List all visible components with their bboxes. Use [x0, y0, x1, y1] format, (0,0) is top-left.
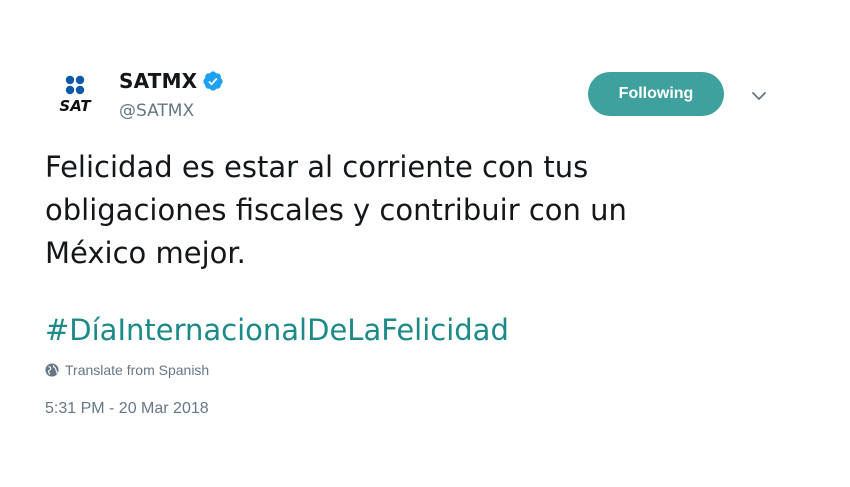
tweet-timestamp[interactable]: 5:31 PM - 20 Mar 2018 — [45, 400, 209, 418]
chevron-down-icon — [752, 92, 766, 100]
translate-link[interactable]: Translate from Spanish — [45, 362, 209, 378]
following-button[interactable]: Following — [588, 72, 724, 116]
tweet: SAT SATMX @SATMX Following Felicidad es … — [0, 0, 850, 487]
verified-badge-icon — [203, 71, 223, 91]
tweet-text-line: obligaciones fiscales y contribuir con u… — [45, 193, 627, 227]
tweet-text: Felicidad es estar al corriente con tus … — [45, 146, 745, 275]
avatar[interactable]: SAT — [50, 72, 100, 122]
tweet-text-line: Felicidad es estar al corriente con tus — [45, 150, 589, 184]
author-handle[interactable]: @SATMX — [119, 101, 194, 121]
hashtag-link[interactable]: #DíaInternacionalDeLaFelicidad — [45, 309, 509, 352]
more-options-button[interactable] — [748, 85, 770, 107]
display-name[interactable]: SATMX — [119, 69, 197, 93]
globe-icon — [45, 363, 59, 377]
tweet-text-line: México mejor. — [45, 236, 246, 270]
sat-logo-icon: SAT — [59, 75, 92, 115]
avatar-logo-text: SAT — [59, 97, 92, 115]
author-name-row[interactable]: SATMX — [119, 68, 224, 94]
translate-label[interactable]: Translate from Spanish — [65, 362, 209, 378]
